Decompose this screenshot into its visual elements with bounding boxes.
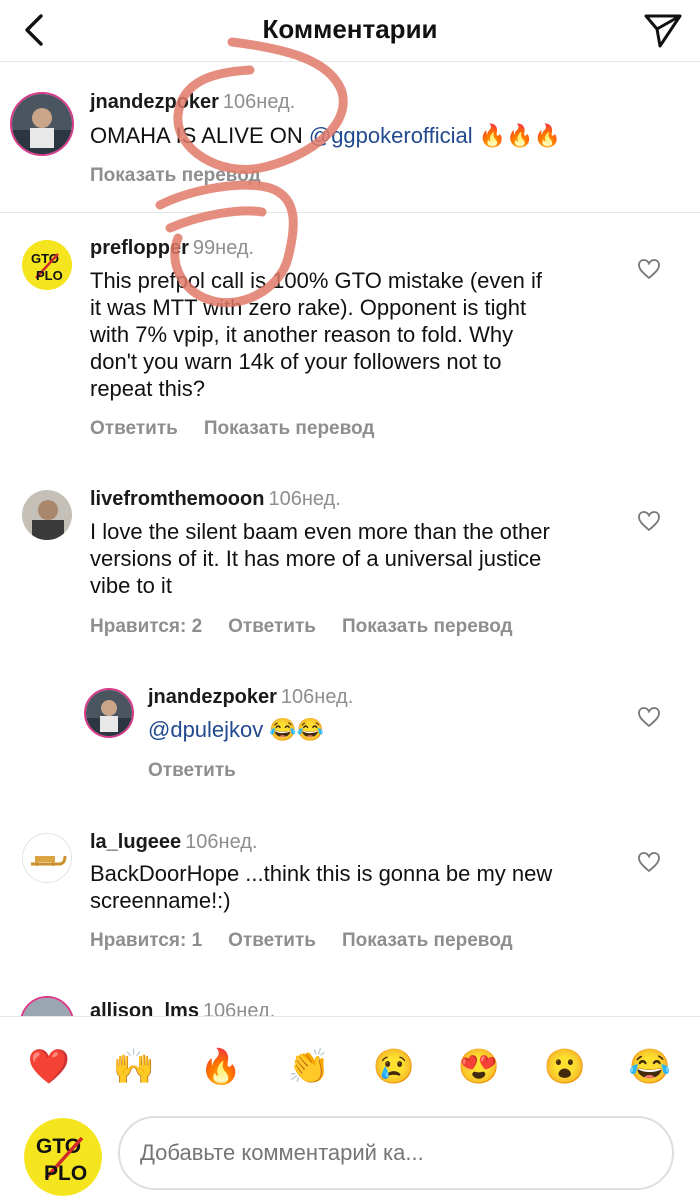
comment-username[interactable]: jnandezpoker [148, 686, 277, 708]
comment-username[interactable]: livefromthemooon [90, 488, 264, 510]
avatar[interactable] [84, 688, 134, 738]
comment-username[interactable]: preflopper [90, 237, 189, 259]
translate-link[interactable]: Показать перевод [342, 616, 513, 637]
comment-input[interactable] [118, 1116, 674, 1190]
comment-text: OMAHA IS ALIVE ON @ggpokerofficial 🔥🔥🔥 [90, 123, 561, 148]
reaction-fire[interactable]: 🔥 [199, 1045, 243, 1089]
svg-text:PLO: PLO [36, 268, 63, 283]
comment-text: BackDoorHope ...think this is gonna be m… [90, 861, 553, 913]
comment-username[interactable]: jnandezpoker [90, 91, 219, 113]
reaction-heart-eyes[interactable]: 😍 [457, 1045, 501, 1089]
reply-link[interactable]: Ответить [148, 760, 236, 781]
comment-text: I love the silent baam even more than th… [90, 519, 550, 598]
my-avatar[interactable]: GTO PLO [24, 1118, 102, 1196]
likes-count[interactable]: Нравится: 2 [90, 616, 202, 637]
reaction-heart[interactable]: ❤️ [27, 1045, 71, 1089]
translate-link[interactable]: Показать перевод [90, 165, 261, 186]
reply-link[interactable]: Ответить [228, 930, 316, 951]
laugh-emoji: 😂😂 [269, 717, 325, 742]
like-heart-icon[interactable] [637, 851, 661, 873]
likes-count[interactable]: Нравится: 1 [90, 930, 202, 951]
avatar[interactable] [22, 833, 72, 883]
avatar[interactable] [10, 92, 74, 156]
like-heart-icon[interactable] [637, 258, 661, 280]
comment-text: This prefpol call is 100% GTO mistake (e… [90, 268, 542, 401]
reaction-surprised[interactable]: 😮 [543, 1045, 587, 1089]
comment-time: 106нед. [280, 686, 354, 708]
reaction-clap[interactable]: 👏 [287, 1045, 331, 1089]
page-title: Комментарии [262, 14, 438, 44]
mention-link[interactable]: @ggpokerofficial [309, 123, 473, 148]
translate-link[interactable]: Показать перевод [204, 418, 375, 439]
translate-link[interactable]: Показать перевод [342, 930, 513, 951]
reaction-crying[interactable]: 😢 [372, 1045, 416, 1089]
fire-emoji: 🔥🔥🔥 [478, 123, 561, 148]
reply-link[interactable]: Ответить [228, 616, 316, 637]
avatar[interactable] [22, 490, 72, 540]
comment-time: 106нед. [222, 91, 296, 113]
svg-text:PLO: PLO [44, 1162, 87, 1185]
reply-link[interactable]: Ответить [90, 418, 178, 439]
comment-text: @dpulejkov 😂😂 [148, 716, 324, 743]
comment-composer: GTO PLO [0, 1108, 700, 1202]
mention-link[interactable]: @dpulejkov [148, 717, 263, 742]
quick-reactions-bar: ❤️ 🙌 🔥 👏 😢 😍 😮 😂 [0, 1016, 700, 1108]
reaction-raised-hands[interactable]: 🙌 [112, 1045, 156, 1089]
comment-time: 106нед. [268, 488, 341, 510]
send-direct-icon[interactable] [642, 10, 684, 50]
header-bar: Комментарии [0, 0, 700, 62]
like-heart-icon[interactable] [637, 706, 661, 728]
comment-username[interactable]: la_lugeee [90, 831, 181, 853]
divider [0, 212, 700, 213]
reaction-laughing[interactable]: 😂 [628, 1045, 672, 1089]
avatar[interactable]: GTO PLO [22, 240, 72, 290]
comment-time: 106нед. [185, 831, 258, 853]
like-heart-icon[interactable] [637, 510, 661, 532]
comment-time: 99нед. [192, 237, 255, 259]
